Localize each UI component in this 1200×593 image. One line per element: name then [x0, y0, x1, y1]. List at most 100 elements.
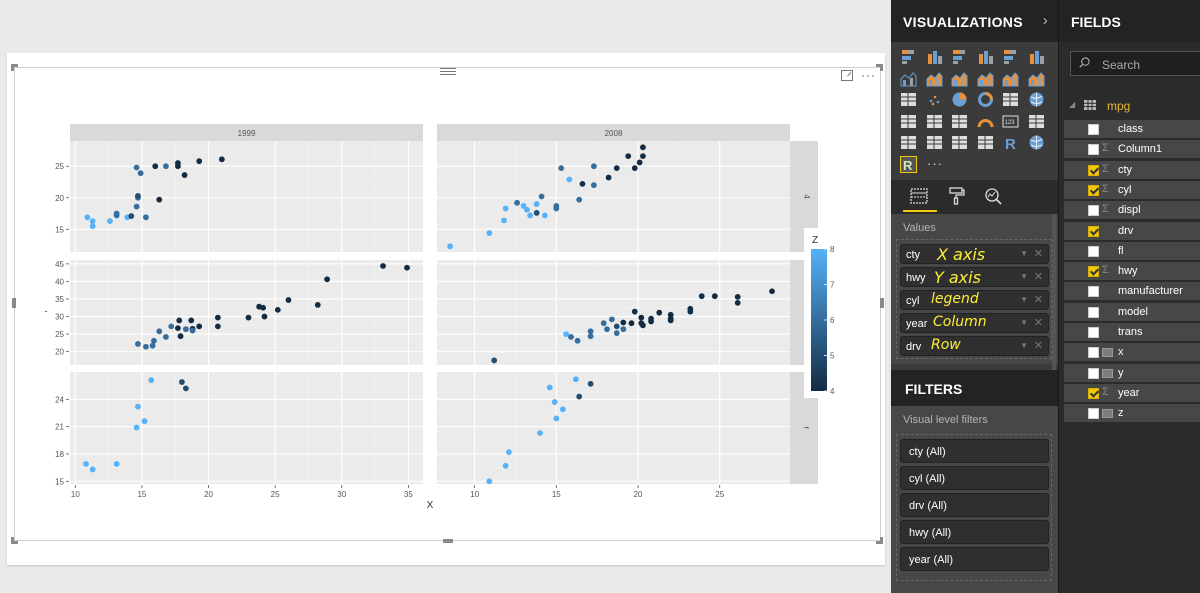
clustered-bar-visual-icon[interactable] [951, 48, 968, 65]
field-checkbox[interactable] [1088, 306, 1099, 318]
fields-tab-icon[interactable] [909, 186, 929, 206]
data-point[interactable] [590, 182, 597, 189]
data-point[interactable] [640, 153, 646, 160]
data-point[interactable] [620, 319, 627, 326]
line-stacked-column-visual-icon[interactable] [1002, 70, 1019, 87]
remove-icon[interactable]: ✕ [1034, 316, 1043, 329]
r-script-custom-visual-icon[interactable]: R [900, 155, 917, 173]
field-row-fl[interactable]: fl [1064, 241, 1200, 261]
remove-icon[interactable]: ✕ [1034, 339, 1043, 352]
table-visual-icon[interactable] [951, 134, 968, 151]
data-point[interactable] [769, 288, 775, 295]
filter-item-drv[interactable]: drv (All) [900, 493, 1049, 517]
data-point[interactable] [608, 316, 615, 323]
field-checkbox[interactable] [1088, 347, 1099, 359]
well-item-hwy[interactable]: hwy Y axis ▼ ✕ [900, 267, 1049, 287]
data-point[interactable] [380, 263, 386, 269]
data-point[interactable] [553, 415, 560, 422]
data-point[interactable] [174, 163, 181, 170]
data-point[interactable] [553, 205, 560, 212]
filter-item-cty[interactable]: cty (All) [900, 439, 1049, 463]
field-checkbox[interactable] [1088, 266, 1099, 278]
data-point[interactable] [274, 306, 281, 313]
filter-item-cyl[interactable]: cyl (All) [900, 466, 1049, 490]
data-point[interactable] [576, 196, 583, 203]
globe-visual-icon[interactable] [1028, 134, 1045, 151]
field-checkbox[interactable] [1088, 164, 1099, 176]
data-point[interactable] [133, 424, 140, 431]
field-row-cty[interactable]: Σcty [1064, 160, 1200, 180]
data-point[interactable] [605, 174, 612, 181]
data-point[interactable] [563, 331, 570, 337]
data-point[interactable] [502, 462, 509, 469]
more-visuals-icon[interactable]: ··· [927, 156, 943, 171]
data-point[interactable] [447, 243, 453, 250]
data-point[interactable] [83, 461, 89, 467]
format-paint-roller-icon[interactable] [947, 186, 967, 206]
filter-item-hwy[interactable]: hwy (All) [900, 520, 1049, 544]
data-point[interactable] [533, 201, 540, 207]
data-point[interactable] [523, 206, 530, 213]
table-node-mpg[interactable]: ◢ mpg [1069, 98, 1199, 114]
data-point[interactable] [260, 304, 267, 311]
expand-caret-icon[interactable]: ◢ [1069, 100, 1075, 109]
data-point[interactable] [502, 205, 509, 212]
multi-row-card-visual-icon[interactable] [1028, 113, 1045, 130]
data-point[interactable] [620, 326, 627, 333]
data-point[interactable] [148, 377, 155, 384]
fields-search-input[interactable]: Search [1070, 51, 1200, 76]
stacked-column-visual-icon[interactable] [926, 48, 943, 65]
data-point[interactable] [587, 380, 594, 387]
data-point[interactable] [189, 327, 196, 334]
data-point[interactable] [656, 309, 663, 316]
well-item-drv[interactable]: drv Row ▼ ✕ [900, 336, 1049, 356]
data-point[interactable] [613, 330, 620, 336]
field-row-x[interactable]: x [1064, 343, 1200, 363]
chevron-down-icon[interactable]: ▼ [1020, 272, 1028, 281]
chevron-right-icon[interactable]: › [1043, 12, 1048, 29]
data-point[interactable] [214, 323, 221, 330]
data-point[interactable] [486, 478, 493, 485]
data-point[interactable] [711, 293, 718, 300]
well-item-cty[interactable]: cty X axis ▼ ✕ [900, 244, 1049, 264]
data-point[interactable] [163, 163, 169, 170]
data-point[interactable] [628, 320, 635, 327]
ribbon-visual-icon[interactable] [1028, 70, 1045, 87]
data-point[interactable] [168, 323, 175, 330]
100-stacked-column-visual-icon[interactable] [1028, 48, 1045, 65]
data-point[interactable] [559, 406, 566, 413]
analytics-magnifier-icon[interactable] [983, 186, 1003, 206]
data-point[interactable] [538, 193, 545, 200]
slicer-visual-icon[interactable] [926, 134, 943, 151]
data-point[interactable] [698, 293, 705, 300]
data-point[interactable] [631, 165, 638, 172]
filter-item-year[interactable]: year (All) [900, 547, 1049, 571]
well-item-cyl[interactable]: cyl legend ▼ ✕ [900, 290, 1049, 310]
data-point[interactable] [501, 217, 507, 224]
data-point[interactable] [196, 158, 203, 165]
gauge-visual-icon[interactable] [977, 113, 994, 130]
matrix-visual-icon[interactable] [977, 134, 994, 151]
data-point[interactable] [527, 212, 534, 219]
field-checkbox[interactable] [1088, 225, 1099, 237]
data-point[interactable] [133, 203, 140, 210]
data-point[interactable] [156, 196, 163, 203]
field-row-z[interactable]: z [1064, 404, 1200, 424]
field-row-hwy[interactable]: Σhwy [1064, 262, 1200, 282]
field-checkbox[interactable] [1088, 144, 1099, 156]
stacked-area-visual-icon[interactable] [951, 70, 968, 87]
field-row-model[interactable]: model [1064, 302, 1200, 322]
field-checkbox[interactable] [1088, 367, 1099, 379]
area-visual-icon[interactable] [926, 70, 943, 87]
field-checkbox[interactable] [1088, 184, 1099, 196]
data-point[interactable] [579, 180, 586, 187]
data-point[interactable] [178, 379, 185, 385]
data-point[interactable] [182, 385, 189, 392]
data-point[interactable] [638, 314, 645, 321]
shape-map-visual-icon[interactable] [926, 113, 943, 130]
data-point[interactable] [551, 399, 558, 405]
data-point[interactable] [245, 314, 252, 321]
data-point[interactable] [491, 357, 498, 364]
data-point[interactable] [648, 315, 654, 322]
data-point[interactable] [141, 418, 148, 425]
